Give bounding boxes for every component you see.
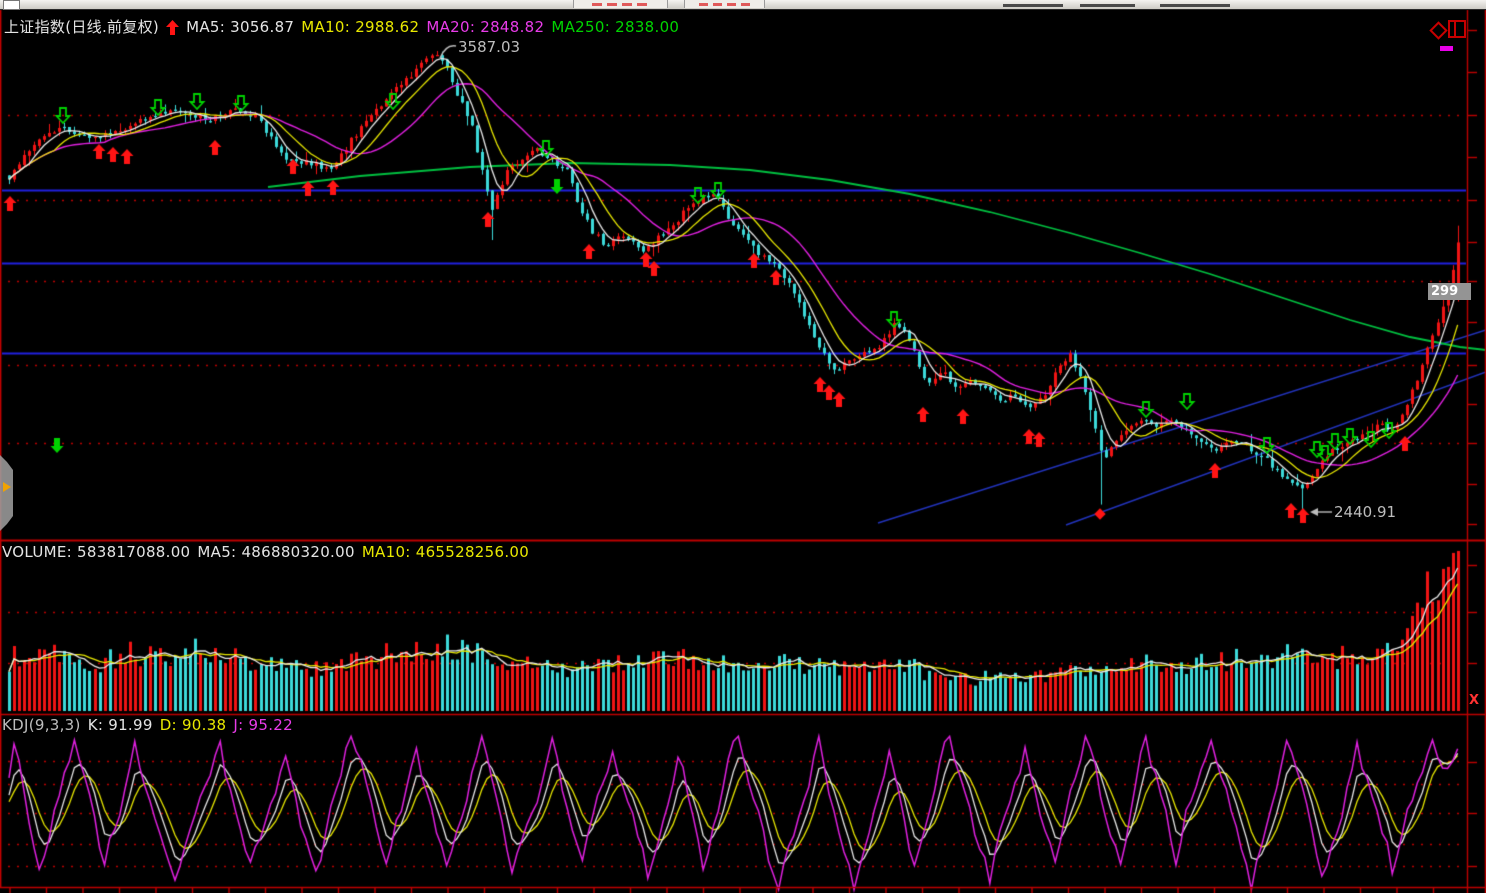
kdj-k-value: K: 91.99: [88, 717, 153, 734]
main-pane-header: 上证指数(日线.前复权) MA5: 3056.87 MA10: 2988.62 …: [4, 19, 679, 36]
ma20-value: MA20: 2848.82: [426, 19, 544, 36]
toolbar-button-2[interactable]: [684, 0, 765, 8]
app-icon[interactable]: [3, 0, 20, 10]
trading-app-window: { "main_pane": { "title": "上证指数(日线.前复权)"…: [0, 0, 1486, 893]
peak-price-label: 3587.03: [458, 38, 520, 56]
latest-price-tag: 299: [1428, 283, 1471, 300]
kdj-d-value: D: 90.38: [160, 717, 227, 734]
toolbar-text-fragment: [1080, 4, 1135, 7]
volume-ma10-value: MA10: 465528256.00: [362, 544, 529, 561]
magenta-dash-icon: [1440, 46, 1453, 51]
kdj-name: KDJ(9,3,3): [2, 717, 81, 734]
toolbar-text-fragment: [1160, 4, 1230, 7]
price-chart-canvas[interactable]: [0, 0, 1486, 893]
ma10-value: MA10: 2988.62: [301, 19, 419, 36]
top-toolbar: [0, 0, 1486, 10]
up-arrow-icon: [166, 20, 179, 35]
close-pane-icon[interactable]: X: [1469, 693, 1479, 708]
kdj-pane-header: KDJ(9,3,3) K: 91.99 D: 90.38 J: 95.22: [2, 717, 293, 734]
ma250-value: MA250: 2838.00: [551, 19, 679, 36]
volume-pane-header: VOLUME: 583817088.00 MA5: 486880320.00 M…: [2, 544, 529, 561]
volume-value: VOLUME: 583817088.00: [2, 544, 190, 561]
ma5-value: MA5: 3056.87: [186, 19, 294, 36]
toolbar-text-fragment: [1003, 4, 1063, 7]
toolbar-button-1[interactable]: [573, 0, 668, 8]
window-layout-icon[interactable]: [1448, 20, 1466, 38]
volume-ma5-value: MA5: 486880320.00: [197, 544, 354, 561]
symbol-title: 上证指数(日线.前复权): [4, 19, 159, 36]
sidebar-expand-arrow-icon[interactable]: [3, 482, 11, 492]
kdj-j-value: J: 95.22: [233, 717, 293, 734]
low-price-label: 2440.91: [1334, 503, 1396, 521]
